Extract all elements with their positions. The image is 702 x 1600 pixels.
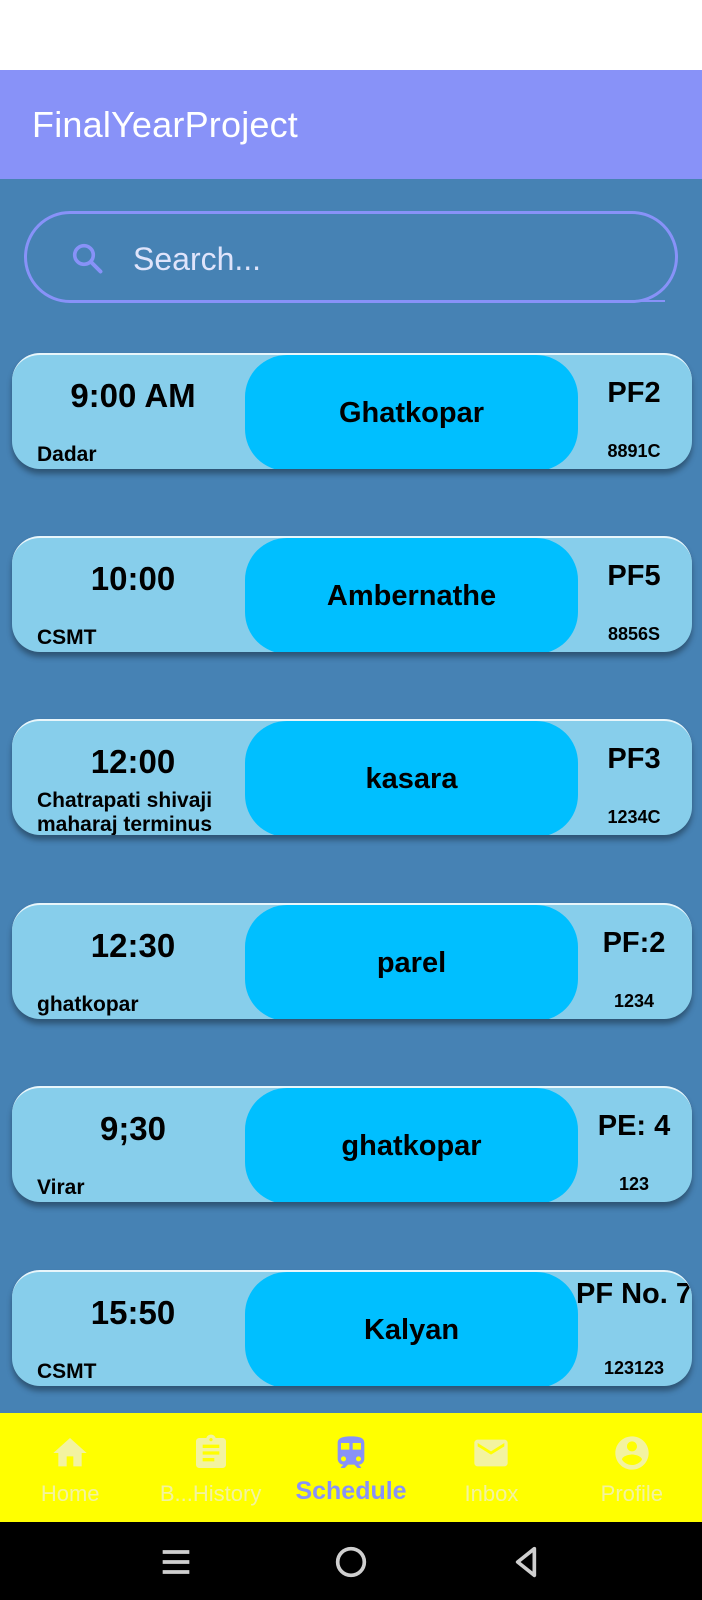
departure-time: 12:00 xyxy=(90,743,176,780)
origin-station: Chatrapati shivaji maharaj terminus xyxy=(37,789,213,835)
nav-schedule[interactable]: Schedule xyxy=(281,1413,421,1522)
train-number: 8891C xyxy=(607,441,661,461)
status-bar xyxy=(0,0,702,70)
nav-label: B...History xyxy=(159,1481,262,1506)
nav-booking-history[interactable]: B...History xyxy=(140,1413,280,1522)
schedule-card[interactable]: 9;30 Virar ghatkopar PE: 4 123 xyxy=(12,1086,692,1202)
destination-station: parel xyxy=(245,905,578,1019)
mail-icon xyxy=(474,1439,509,1467)
schedule-card[interactable]: 12:30 ghatkopar parel PF:2 1234 xyxy=(12,903,692,1019)
nav-inbox[interactable]: Inbox xyxy=(421,1413,561,1522)
destination-station: Ambernathe xyxy=(245,538,578,652)
destination-station: kasara xyxy=(245,721,578,835)
platform-number: PF No. 7 xyxy=(575,1278,692,1310)
nav-label: Inbox xyxy=(464,1481,519,1506)
nav-label: Schedule xyxy=(295,1477,407,1505)
bottom-navigation: Home B...History Schedule Inbox Profile xyxy=(0,1413,702,1522)
schedule-card[interactable]: 12:00 Chatrapati shivaji maharaj terminu… xyxy=(12,719,692,835)
departure-time: 15:50 xyxy=(90,1294,176,1331)
home-circle-icon[interactable] xyxy=(331,1542,371,1582)
train-number: 1234 xyxy=(613,991,655,1011)
platform-number: PF:2 xyxy=(602,927,666,959)
home-icon xyxy=(53,1438,87,1467)
search-underline xyxy=(119,300,665,302)
train-icon xyxy=(337,1436,365,1468)
nav-label: Home xyxy=(40,1481,100,1506)
train-number: 123 xyxy=(618,1174,650,1194)
search-bar[interactable] xyxy=(24,211,678,303)
schedule-card[interactable]: 15:50 CSMT Kalyan PF No. 7 123123 xyxy=(12,1270,692,1386)
app-bar: FinalYearProject xyxy=(0,70,702,179)
train-number: 1234C xyxy=(607,807,661,827)
schedule-content[interactable]: 9:00 AM Dadar Ghatkopar PF2 8891C 10:00 … xyxy=(0,179,702,1413)
train-number: 123123 xyxy=(603,1358,665,1378)
origin-station: Virar xyxy=(37,1176,85,1199)
departure-time: 12:30 xyxy=(90,927,176,964)
origin-station: CSMT xyxy=(37,1360,97,1383)
schedule-card[interactable]: 9:00 AM Dadar Ghatkopar PF2 8891C xyxy=(12,353,692,469)
nav-home[interactable]: Home xyxy=(0,1413,140,1522)
departure-time: 9;30 xyxy=(99,1110,167,1147)
origin-station: Dadar xyxy=(37,443,97,466)
back-icon[interactable] xyxy=(506,1542,546,1582)
platform-number: PF3 xyxy=(607,743,661,775)
clipboard-icon xyxy=(195,1434,226,1468)
search-icon xyxy=(72,243,103,274)
train-number: 8856S xyxy=(607,624,661,644)
origin-station: CSMT xyxy=(37,626,97,649)
platform-number: PF5 xyxy=(607,560,661,592)
account-icon xyxy=(615,1436,649,1470)
system-navigation-bar xyxy=(0,1522,702,1600)
search-input[interactable] xyxy=(133,234,653,284)
platform-number: PF2 xyxy=(607,377,661,409)
departure-time: 9:00 AM xyxy=(70,377,196,414)
destination-station: Ghatkopar xyxy=(245,355,578,469)
nav-label: Profile xyxy=(600,1481,663,1506)
recents-icon[interactable] xyxy=(156,1542,196,1582)
app-title: FinalYearProject xyxy=(32,103,299,145)
origin-station: ghatkopar xyxy=(37,993,139,1016)
nav-profile[interactable]: Profile xyxy=(562,1413,702,1522)
destination-station: Kalyan xyxy=(245,1272,578,1386)
departure-time: 10:00 xyxy=(90,560,176,597)
platform-number: PE: 4 xyxy=(597,1110,671,1142)
destination-station: ghatkopar xyxy=(245,1088,578,1202)
schedule-card[interactable]: 10:00 CSMT Ambernathe PF5 8856S xyxy=(12,536,692,652)
